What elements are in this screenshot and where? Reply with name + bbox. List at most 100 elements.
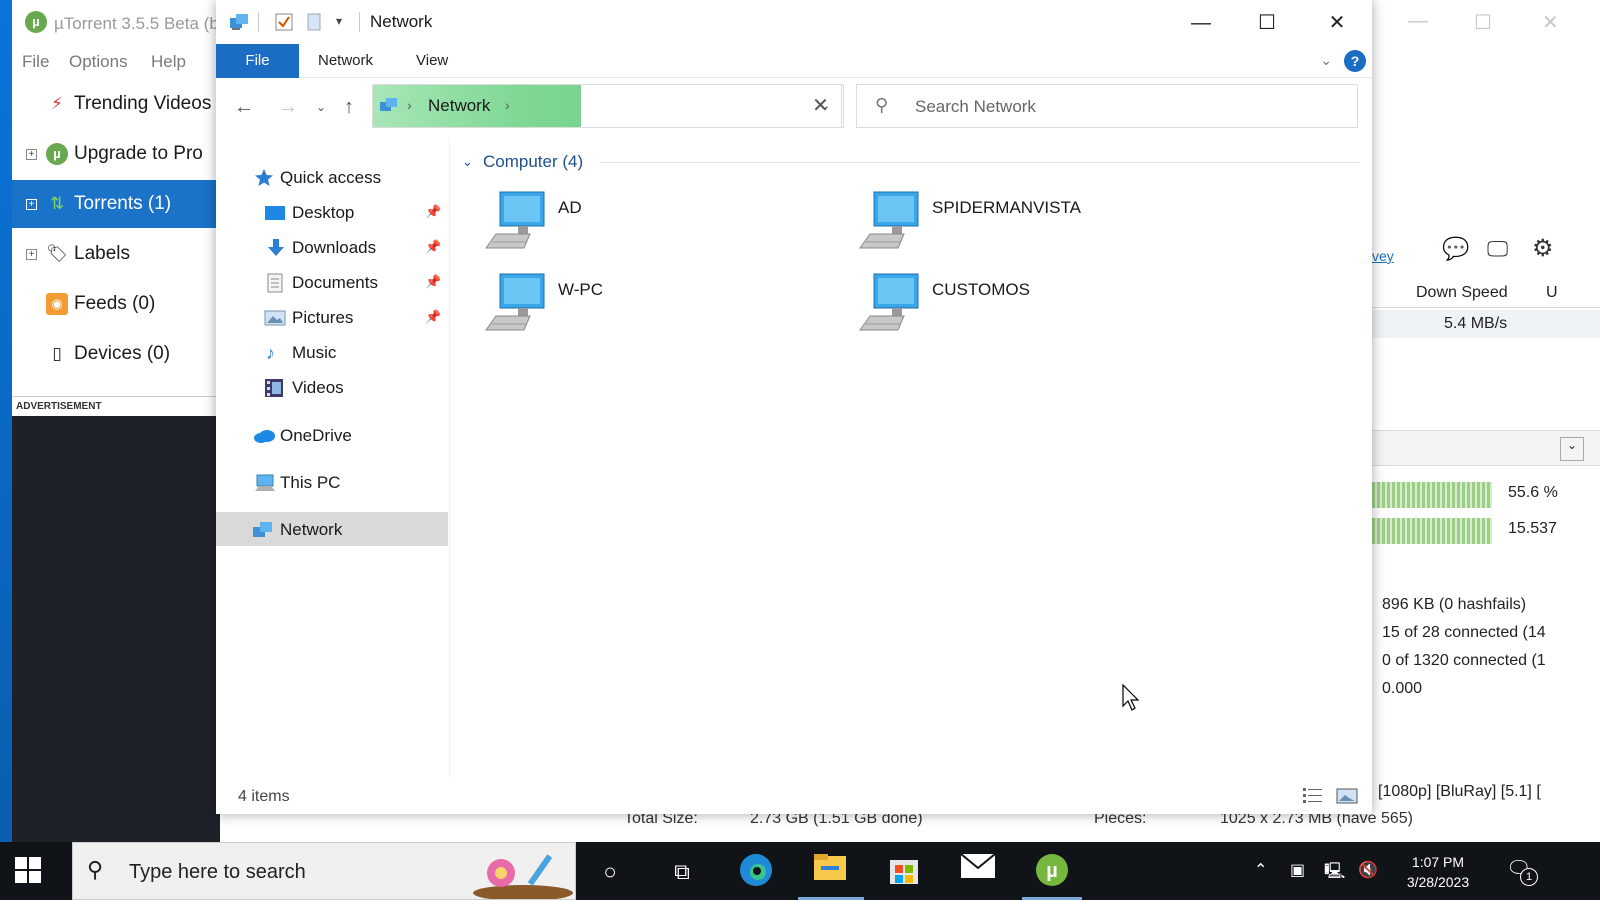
utorrent-sidebar-upgrade[interactable]: + µ Upgrade to Pro (12, 130, 220, 178)
nav-network[interactable]: Network (216, 512, 448, 546)
utorrent-menu-file[interactable]: File (22, 52, 49, 72)
pin-icon[interactable]: 📌 (425, 274, 441, 290)
sidebar-item-label: Upgrade to Pro (74, 143, 203, 164)
clock-time: 1:07 PM (1411, 854, 1465, 870)
qat-customize-icon[interactable]: ▾ (336, 14, 342, 28)
group-collapse-icon[interactable]: ⌄ (462, 154, 473, 170)
computer-item-spidermanvista[interactable]: SPIDERMANVISTA (858, 190, 1158, 260)
computer-name: SPIDERMANVISTA (932, 198, 1081, 217)
computer-item-ad[interactable]: AD (484, 190, 784, 260)
computer-item-w-pc[interactable]: W-PC (484, 272, 784, 342)
close-button[interactable]: ✕ (1314, 6, 1360, 40)
expand-icon[interactable]: + (26, 199, 37, 210)
gear-icon[interactable]: ⚙ (1532, 234, 1554, 263)
utorrent-sidebar-labels[interactable]: + 🏷 Labels (12, 230, 220, 278)
breadcrumb-network[interactable]: Network (428, 96, 490, 116)
pin-icon[interactable]: 📌 (425, 204, 441, 220)
sidebar-item-label: Feeds (0) (74, 293, 156, 314)
nav-this-pc[interactable]: This PC (216, 465, 448, 499)
system-clock[interactable]: 1:07 PM 3/28/2023 (1388, 852, 1488, 892)
collapse-icon[interactable]: ⌄ (1560, 437, 1584, 461)
utorrent-sidebar-torrents[interactable]: + ⇅ Torrents (1) (12, 180, 220, 228)
nav-pictures[interactable]: Pictures 📌 (216, 300, 448, 334)
computer-icon (254, 473, 275, 493)
utorrent-link[interactable]: vey (1372, 248, 1394, 264)
pin-icon[interactable]: 📌 (425, 309, 441, 325)
details-view-icon[interactable] (1302, 786, 1324, 806)
breadcrumb-separator-icon[interactable]: › (505, 97, 510, 113)
properties-icon[interactable] (274, 12, 294, 37)
search-box[interactable]: ⚲ Search Network (856, 84, 1358, 128)
breadcrumb-separator-icon[interactable]: › (407, 97, 412, 113)
help-icon[interactable]: ? (1344, 50, 1366, 72)
task-view-icon[interactable]: ⧉ (662, 852, 702, 892)
utorrent-minimize-icon[interactable]: — (1408, 10, 1428, 33)
ribbon-expand-icon[interactable]: ⌄ (1320, 52, 1332, 69)
nav-music[interactable]: ♪ Music (216, 335, 448, 369)
recent-locations-icon[interactable]: ⌄ (316, 100, 326, 114)
file-explorer-icon[interactable] (810, 852, 850, 892)
torrent-row[interactable]: 5.4 MB/s (1372, 310, 1600, 338)
utorrent-close-icon[interactable]: ✕ (1542, 10, 1559, 35)
maximize-button[interactable]: ☐ (1244, 6, 1290, 40)
network-status-icon[interactable]: 🖳 (1324, 860, 1345, 887)
back-arrow-icon[interactable]: ← (234, 96, 254, 119)
volume-muted-icon[interactable]: 🔇 (1358, 860, 1378, 880)
microsoft-store-icon[interactable] (884, 852, 924, 892)
nav-documents[interactable]: Documents 📌 (216, 265, 448, 299)
advertisement-area (12, 416, 220, 842)
tab-view[interactable]: View (398, 44, 466, 78)
nav-videos[interactable]: Videos (216, 370, 448, 404)
utorrent-sidebar-feeds[interactable]: ◉ Feeds (0) (12, 280, 220, 328)
nav-label: Network (280, 520, 343, 539)
column-down-speed[interactable]: Down Speed (1416, 284, 1508, 302)
chat-icon[interactable]: 💬 (1442, 236, 1469, 262)
monitor-icon[interactable]: 🖵 (1487, 236, 1508, 262)
torrents-icon: ⇅ (49, 194, 65, 213)
tab-network[interactable]: Network (300, 44, 391, 78)
start-button[interactable] (14, 856, 42, 884)
search-input[interactable]: Search Network (915, 97, 1036, 117)
cortana-icon[interactable]: ○ (590, 852, 630, 892)
pictures-icon (264, 308, 286, 328)
minimize-button[interactable]: — (1178, 6, 1224, 40)
mail-icon[interactable] (958, 852, 998, 892)
tray-overflow-icon[interactable]: ⌃ (1254, 860, 1267, 880)
utorrent-sidebar-trending[interactable]: ⚡ Trending Videos (12, 80, 220, 128)
utorrent-logo-icon: µ (46, 143, 68, 165)
utorrent-menu-options[interactable]: Options (69, 52, 128, 72)
lightning-icon: ⚡ (51, 94, 63, 113)
taskbar-search-input[interactable]: Type here to search (129, 861, 306, 884)
svg-text:µ: µ (1046, 860, 1058, 882)
expand-icon[interactable]: + (26, 149, 37, 160)
computer-name: AD (558, 198, 582, 217)
new-folder-icon[interactable] (306, 12, 322, 37)
utorrent-taskbar-icon[interactable]: µ (1032, 852, 1072, 892)
meet-now-icon[interactable]: ▣ (1290, 860, 1305, 880)
pin-icon[interactable]: 📌 (425, 239, 441, 255)
utorrent-sidebar: ⚡ Trending Videos + µ Upgrade to Pro + ⇅… (12, 80, 220, 420)
nav-downloads[interactable]: Downloads 📌 (216, 230, 448, 264)
nav-quick-access[interactable]: Quick access (216, 160, 448, 194)
nav-onedrive[interactable]: OneDrive (216, 418, 448, 452)
item-count: 4 items (238, 788, 290, 805)
utorrent-sidebar-devices[interactable]: ▯ Devices (0) (12, 330, 220, 378)
utorrent-maximize-icon[interactable]: ☐ (1474, 10, 1492, 35)
notification-count-badge: 1 (1520, 868, 1538, 886)
edge-browser-icon[interactable] (736, 852, 776, 892)
large-icons-view-icon[interactable] (1336, 786, 1358, 806)
taskbar-search-box[interactable]: ⚲ Type here to search (72, 842, 576, 900)
forward-arrow-icon[interactable]: → (278, 96, 298, 119)
down-speed-value: 5.4 MB/s (1444, 315, 1508, 332)
up-arrow-icon[interactable]: ↑ (344, 96, 354, 119)
taskbar: ⚲ Type here to search ○ ⧉ µ ⌃ ▣ 🖳 🔇 1:07… (0, 842, 1600, 900)
address-bar[interactable]: › Network › ⌄ (372, 84, 842, 128)
utorrent-menu-help[interactable]: Help (151, 52, 186, 72)
tab-file[interactable]: File (216, 44, 299, 78)
group-header[interactable]: Computer (4) (483, 152, 583, 172)
computer-item-customos[interactable]: CUSTOMOS (858, 272, 1158, 342)
column-next[interactable]: U (1546, 284, 1558, 302)
stop-loading-button[interactable]: ✕ (798, 84, 844, 128)
expand-icon[interactable]: + (26, 249, 37, 260)
nav-desktop[interactable]: Desktop 📌 (216, 195, 448, 229)
